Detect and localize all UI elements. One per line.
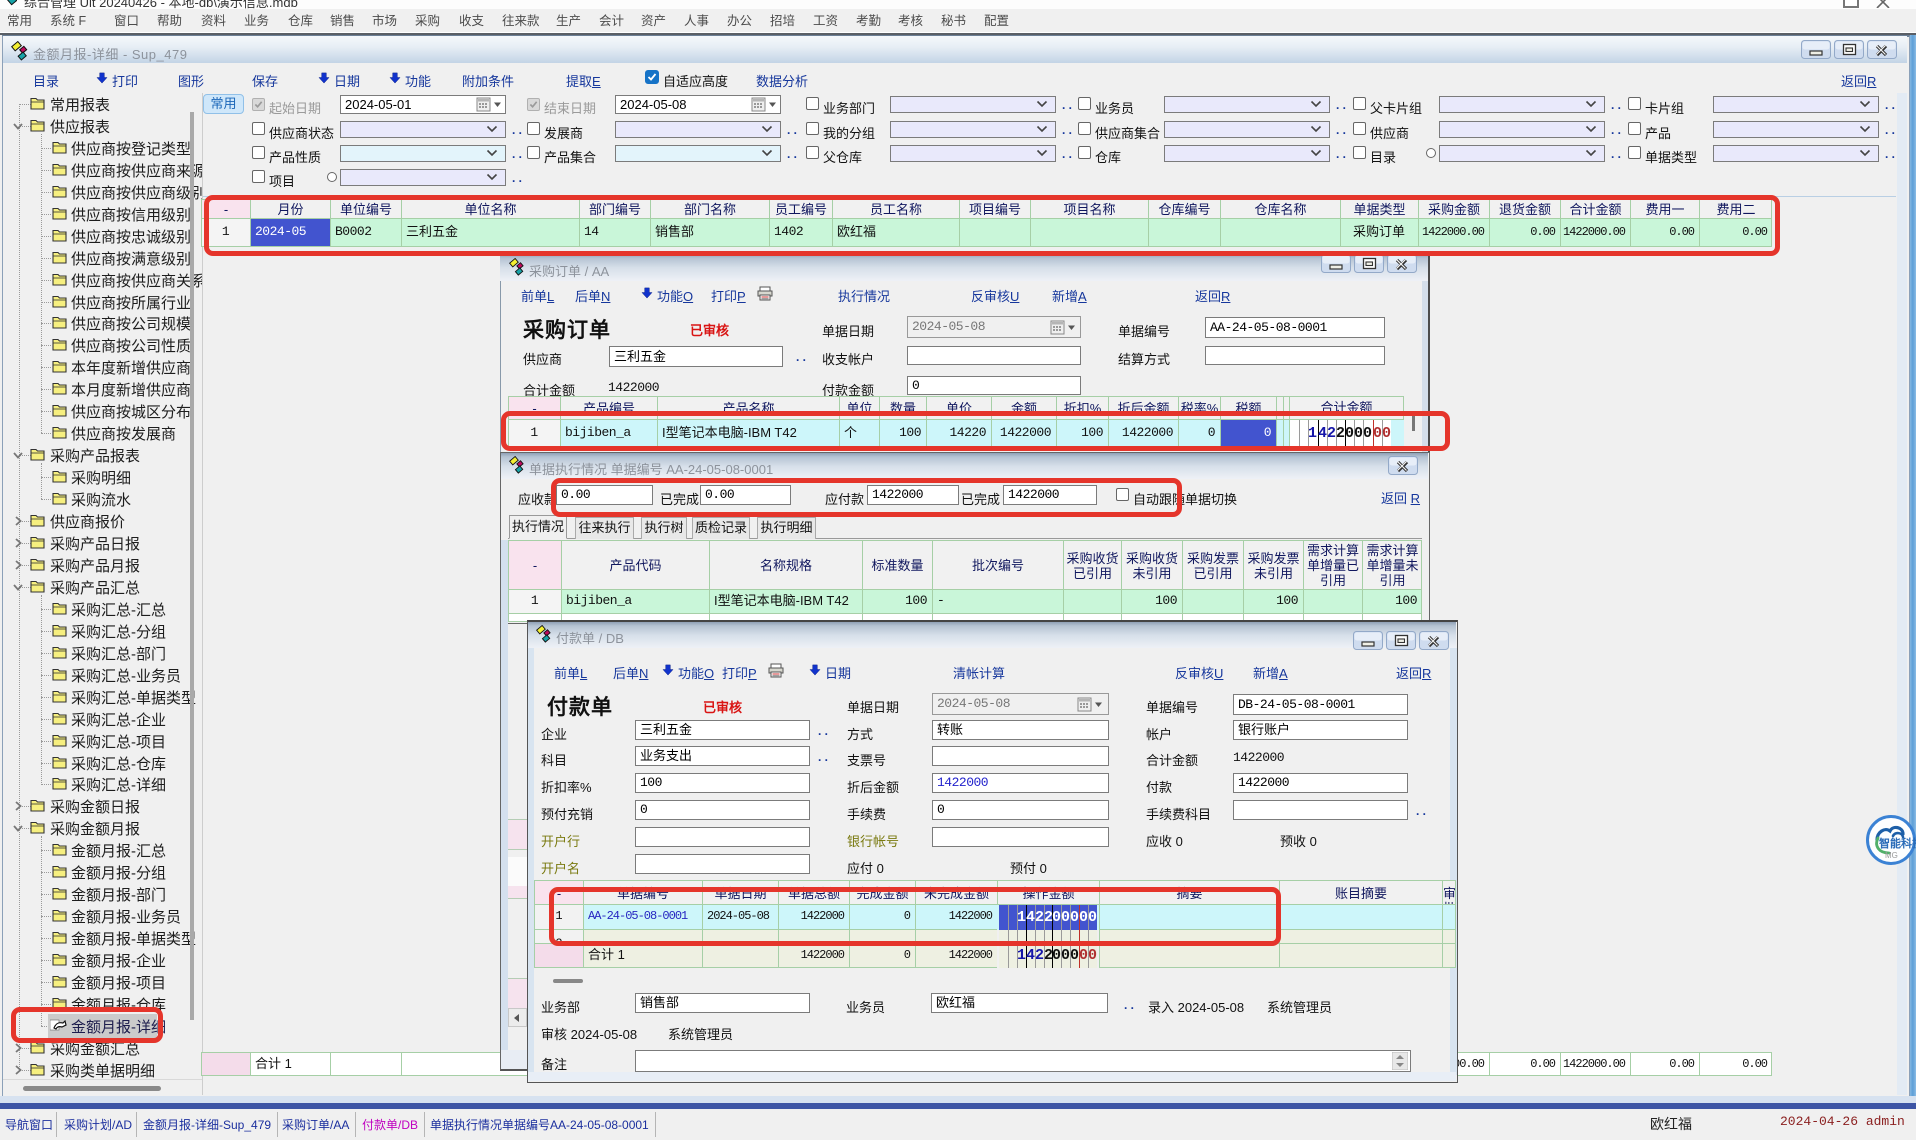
svg-text:智能科技: 智能科技 (1879, 836, 1916, 850)
svg-text:MG: MG (1885, 851, 1898, 860)
